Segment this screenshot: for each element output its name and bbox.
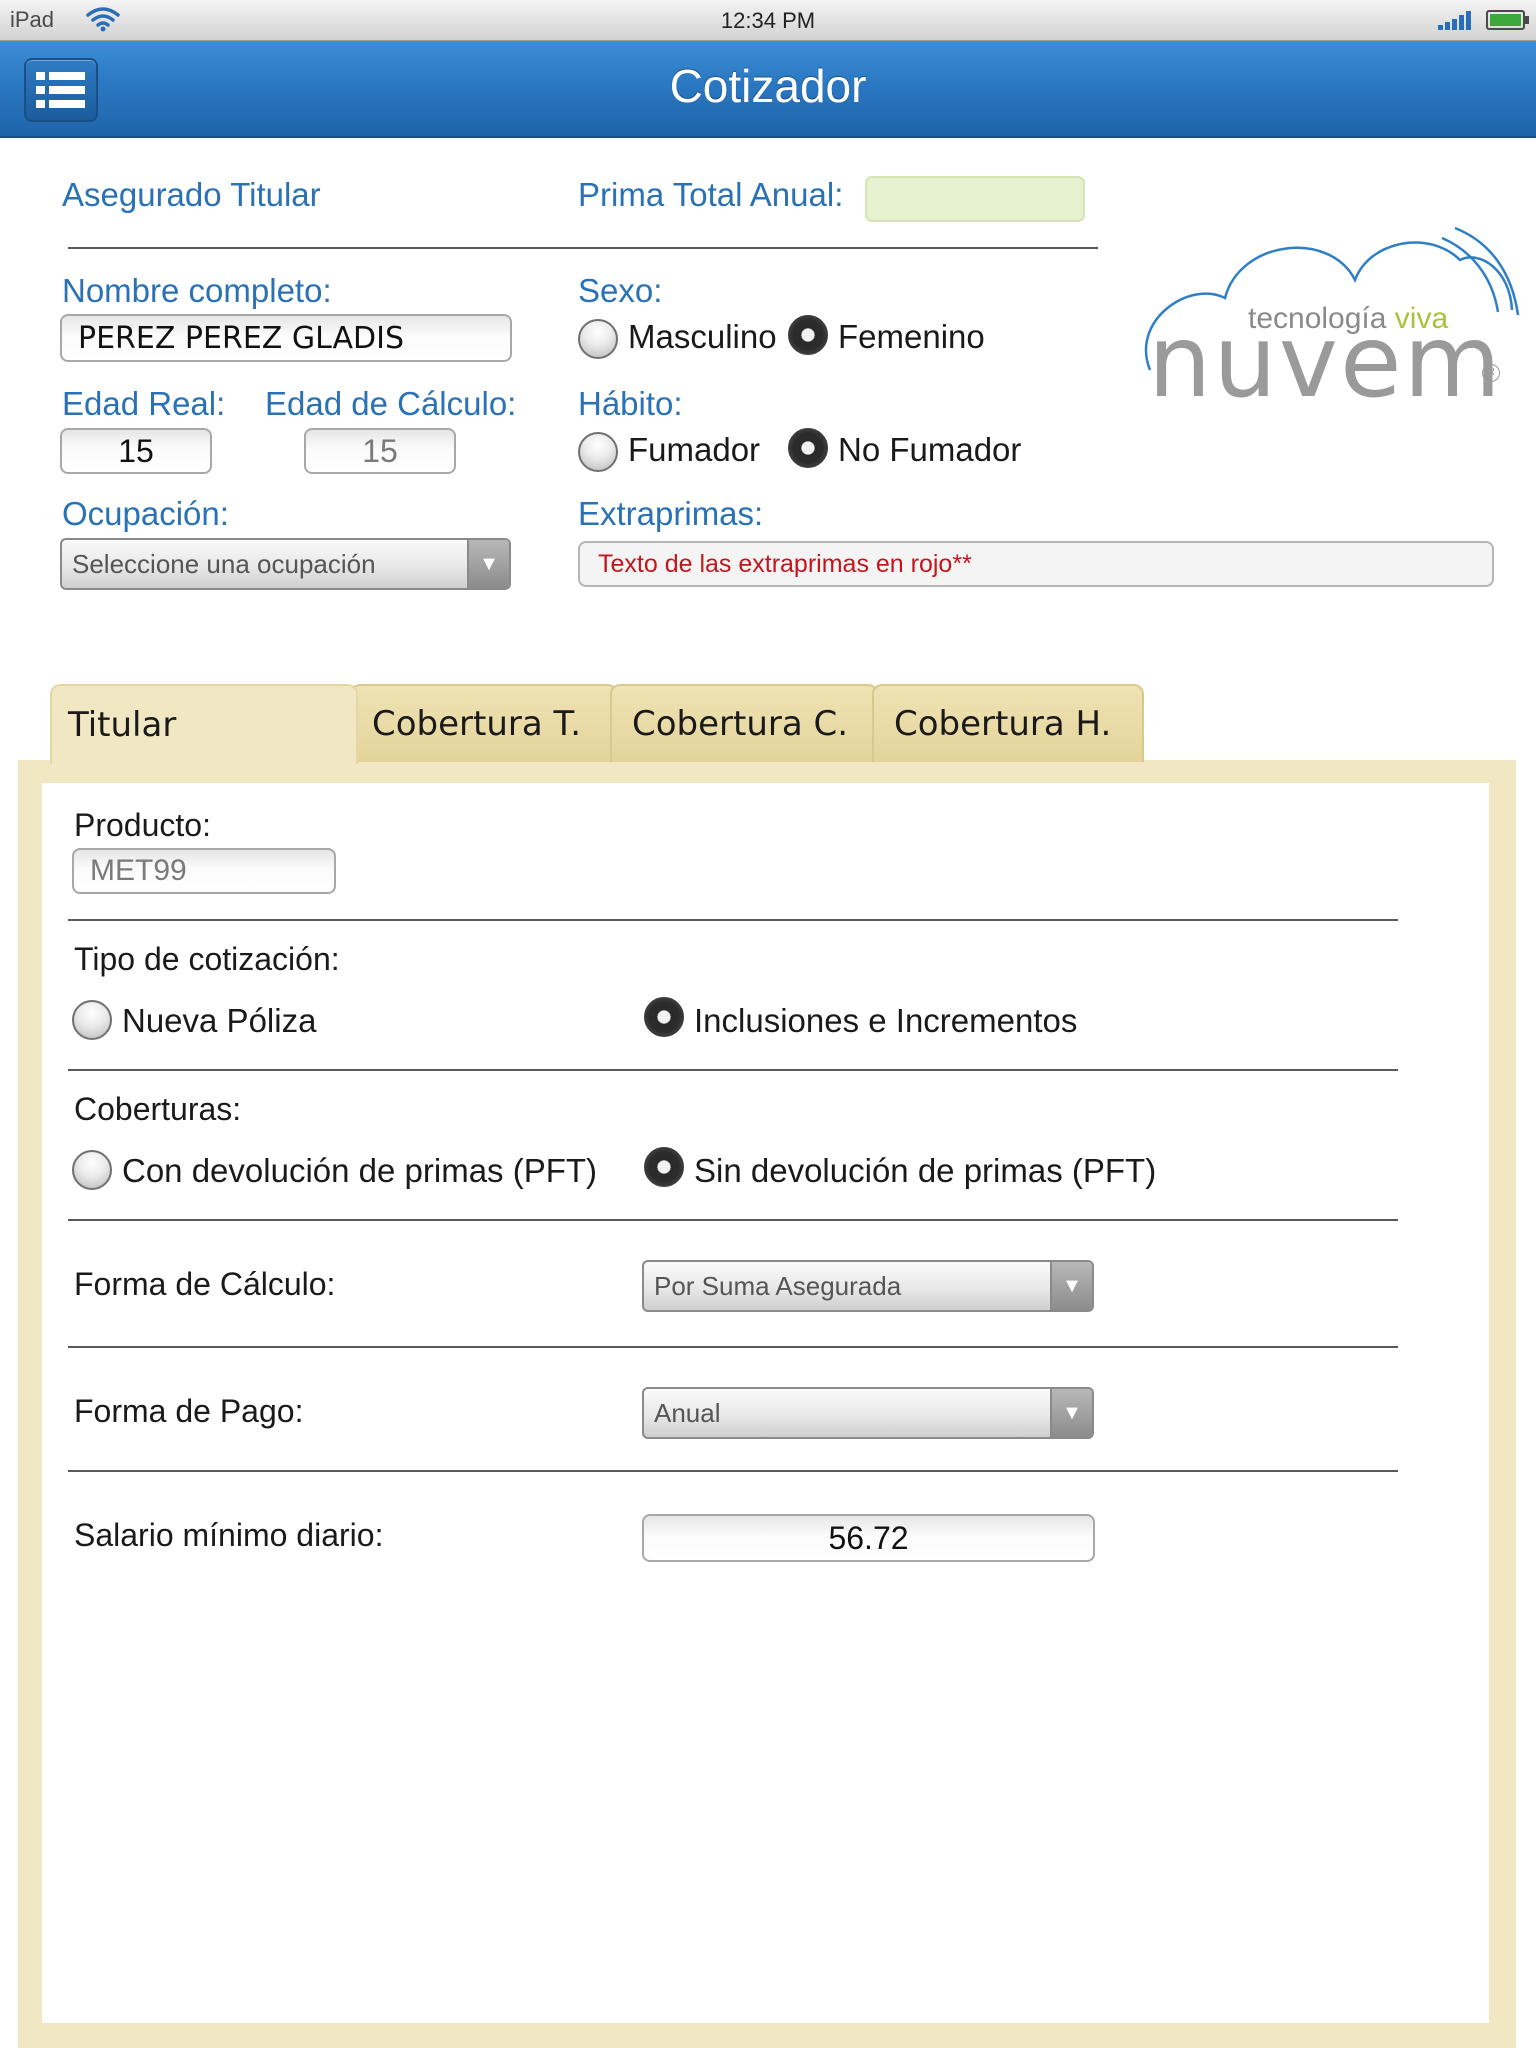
- battery-icon: [1486, 9, 1530, 36]
- chevron-down-icon: ▼: [467, 540, 509, 588]
- forma-pago-select[interactable]: Anual ▼: [642, 1387, 1094, 1439]
- divider: [68, 1470, 1398, 1472]
- chevron-down-icon: ▼: [1050, 1262, 1092, 1310]
- tab-cobertura-t[interactable]: Cobertura T.: [350, 684, 618, 762]
- sexo-masculino-label: Masculino: [628, 318, 777, 355]
- salario-label: Salario mínimo diario:: [74, 1517, 384, 1553]
- coberturas-sin-devolucion-radio[interactable]: [644, 1147, 684, 1187]
- producto-field: MET99: [72, 848, 336, 894]
- tipo-nueva-poliza-label: Nueva Póliza: [122, 1002, 317, 1039]
- tipo-cotizacion-label: Tipo de cotización:: [74, 941, 340, 977]
- status-bar: iPad 12:34 PM: [0, 0, 1536, 41]
- edad-real-label: Edad Real:: [62, 385, 226, 422]
- forma-calculo-select-value: Por Suma Asegurada: [654, 1270, 902, 1301]
- sexo-masculino-radio[interactable]: [578, 319, 618, 359]
- divider: [68, 1346, 1398, 1348]
- sexo-label: Sexo:: [578, 272, 663, 309]
- sexo-femenino-radio[interactable]: [788, 315, 828, 355]
- nuvem-logo: tecnología viva nuvem R: [1130, 220, 1520, 412]
- ocupacion-select[interactable]: Seleccione una ocupación ▼: [60, 538, 511, 590]
- extraprimas-label: Extraprimas:: [578, 495, 764, 532]
- habito-fumador-label: Fumador: [628, 431, 761, 468]
- signal-icon: [1438, 10, 1476, 35]
- divider: [68, 1219, 1398, 1221]
- ocupacion-select-value: Seleccione una ocupación: [72, 548, 376, 579]
- coberturas-con-devolucion-label: Con devolución de primas (PFT): [122, 1152, 598, 1189]
- nombre-label: Nombre completo:: [62, 272, 332, 309]
- status-time: 12:34 PM: [720, 8, 816, 33]
- nav-bar: Cotizador: [0, 41, 1536, 138]
- divider: [68, 919, 1398, 921]
- prima-total-field: [865, 176, 1085, 222]
- tipo-inclusiones-radio[interactable]: [644, 997, 684, 1037]
- forma-pago-label: Forma de Pago:: [74, 1393, 304, 1429]
- tab-titular[interactable]: Titular: [50, 684, 358, 764]
- habito-no-fumador-label: No Fumador: [838, 431, 1022, 468]
- nombre-field[interactable]: PEREZ PEREZ GLADIS: [60, 314, 512, 362]
- divider: [68, 1069, 1398, 1071]
- edad-calculo-field: 15: [304, 428, 456, 474]
- edad-calculo-label: Edad de Cálculo:: [265, 385, 517, 422]
- coberturas-sin-devolucion-label: Sin devolución de primas (PFT): [694, 1152, 1157, 1189]
- page-title: Cotizador: [669, 60, 867, 112]
- logo-wordmark: nuvem: [1148, 303, 1503, 420]
- registered-mark-icon: R: [1482, 364, 1500, 382]
- sexo-femenino-label: Femenino: [838, 318, 985, 355]
- edad-real-field[interactable]: 15: [60, 428, 212, 474]
- salario-field[interactable]: 56.72: [642, 1514, 1095, 1562]
- forma-calculo-label: Forma de Cálculo:: [74, 1266, 336, 1302]
- header-divider: [68, 247, 1098, 249]
- forma-pago-select-value: Anual: [654, 1397, 721, 1428]
- habito-no-fumador-radio[interactable]: [788, 428, 828, 468]
- chevron-down-icon: ▼: [1050, 1389, 1092, 1437]
- habito-fumador-radio[interactable]: [578, 432, 618, 472]
- producto-label: Producto:: [74, 807, 211, 843]
- tab-cobertura-h[interactable]: Cobertura H.: [872, 684, 1144, 762]
- tipo-nueva-poliza-radio[interactable]: [72, 1000, 112, 1040]
- coberturas-label: Coberturas:: [74, 1091, 242, 1127]
- prima-total-label: Prima Total Anual:: [578, 176, 844, 213]
- ocupacion-label: Ocupación:: [62, 495, 229, 532]
- coberturas-con-devolucion-radio[interactable]: [72, 1150, 112, 1190]
- forma-calculo-select[interactable]: Por Suma Asegurada ▼: [642, 1260, 1094, 1312]
- extraprimas-field[interactable]: Texto de las extraprimas en rojo**: [578, 541, 1494, 587]
- tipo-inclusiones-label: Inclusiones e Incrementos: [694, 1002, 1078, 1039]
- habito-label: Hábito:: [578, 385, 683, 422]
- tab-cobertura-c[interactable]: Cobertura C.: [610, 684, 878, 762]
- asegurado-titular-heading: Asegurado Titular: [62, 176, 321, 213]
